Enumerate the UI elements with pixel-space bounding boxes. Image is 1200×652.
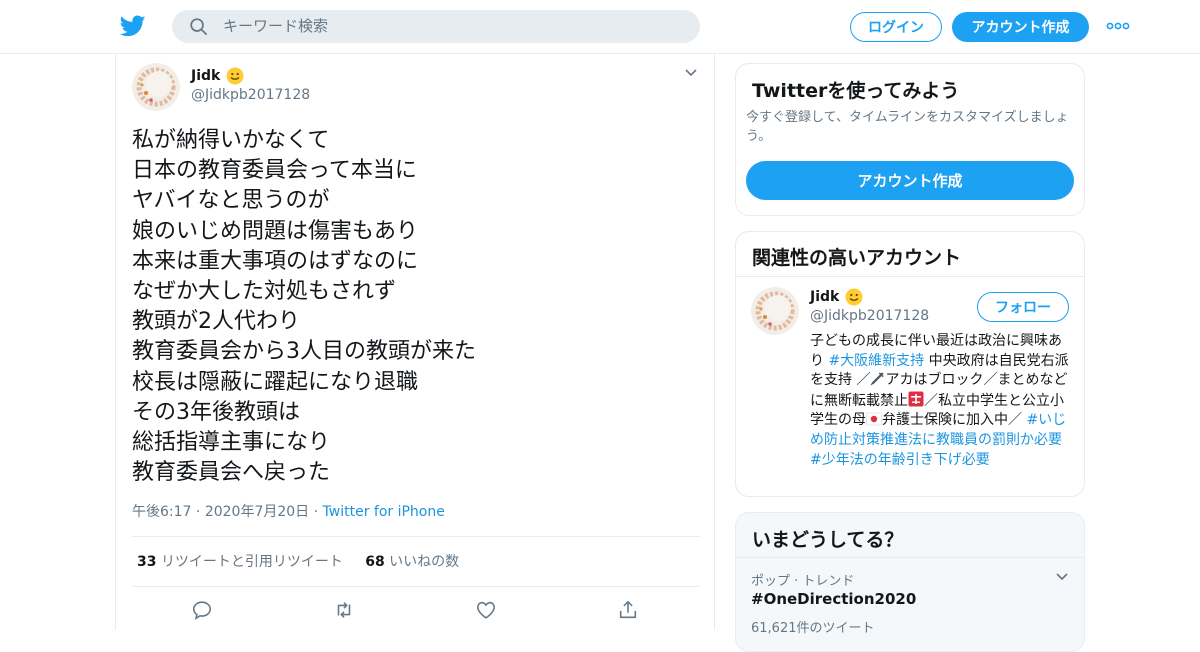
bio-text: 弁護士保険に加入中／	[882, 412, 1027, 429]
trend-category: ポップ · トレンド	[751, 574, 855, 589]
divider	[736, 276, 1084, 277]
tweet-text: 私が納得いかなくて 日本の教育委員会って本当に ヤバイなと思うのが 娘のいじめ問…	[132, 126, 692, 488]
author-handle[interactable]: @Jidkpb2017128	[191, 87, 310, 103]
related-account-handle[interactable]: @Jidkpb2017128	[810, 308, 929, 324]
divider	[132, 536, 700, 537]
avatar-image	[132, 63, 180, 111]
twitter-bird-icon[interactable]	[120, 13, 146, 39]
avatar[interactable]	[132, 63, 180, 111]
hashtag-link[interactable]: #大阪維新支持	[828, 353, 924, 369]
meta-separator: ·	[313, 504, 323, 520]
signup-button[interactable]: アカウント作成	[952, 12, 1089, 42]
search-input[interactable]	[223, 17, 663, 35]
search-icon	[190, 18, 207, 35]
chevron-down-icon[interactable]	[1055, 572, 1069, 582]
retweet-count: 33	[137, 554, 157, 570]
reply-icon[interactable]	[191, 599, 213, 621]
like-stat[interactable]: 68 いいねの数	[365, 554, 459, 570]
tweet-line: 総括指導主事になり	[132, 430, 331, 456]
retweet-stat[interactable]: 33 リツイートと引用リツイート	[137, 554, 343, 570]
tweet-line: 校長は隠蔽に躍起になり退職	[132, 369, 419, 395]
trend-tweet-count: 61,621件のツイート	[751, 621, 875, 636]
prohibited-emoji-icon	[908, 391, 924, 407]
follow-button[interactable]: フォロー	[977, 292, 1069, 322]
login-button[interactable]: ログイン	[850, 12, 942, 42]
signup-card: Twitterを使ってみよう 今すぐ登録して、タイムラインをカスタマイズしましょ…	[735, 63, 1085, 216]
related-accounts-card: 関連性の高いアカウント Jidk @Jidkpb2017128 フォロー 子ども…	[735, 231, 1085, 497]
retweet-label: リツイートと引用リツイート	[160, 554, 343, 570]
tweet-line: 娘のいじめ問題は傷害もあり	[132, 218, 419, 244]
tweet-line: ヤバイなと思うのが	[132, 188, 330, 214]
smiley-emoji-icon	[845, 288, 863, 306]
like-icon[interactable]	[475, 599, 497, 621]
share-icon[interactable]	[617, 599, 639, 621]
signup-card-button[interactable]: アカウント作成	[746, 161, 1074, 200]
trends-card-title: いまどうしてる？	[752, 529, 904, 551]
tweet-line: 本来は重大事項のはずなのに	[132, 248, 419, 274]
hashtag-link[interactable]: #少年法の年齢引き下げ必要	[810, 452, 990, 468]
tweet-line: その3年後教頭は	[132, 399, 300, 425]
more-dots-icon[interactable]	[1106, 18, 1130, 34]
like-count: 68	[365, 554, 385, 570]
tweet-line: 教育委員会から3人目の教頭が来た	[132, 339, 476, 365]
related-account-name[interactable]: Jidk	[810, 289, 839, 305]
tweet-time[interactable]: 午後6:17	[132, 504, 191, 520]
search-bar[interactable]	[172, 10, 700, 43]
author-name[interactable]: Jidk	[191, 68, 220, 84]
syringe-emoji-icon	[871, 372, 885, 386]
account-bio: 子どもの成長に伴い最近は政治に興味あり #大阪維新支持 中央政府は自民党右派を支…	[810, 332, 1072, 470]
tweet-line: 私が納得いかなくて	[132, 128, 330, 153]
like-label: いいねの数	[389, 554, 460, 570]
avatar-image	[751, 287, 799, 335]
top-header: ログイン アカウント作成	[0, 0, 1200, 54]
chevron-down-icon[interactable]	[684, 68, 698, 78]
smiley-emoji-icon	[226, 67, 244, 85]
tweet-line: 教頭が2人代わり	[132, 309, 300, 335]
trend-item[interactable]: #OneDirection2020	[751, 590, 916, 608]
tweet-source-link[interactable]: Twitter for iPhone	[323, 504, 445, 520]
avatar[interactable]	[751, 287, 799, 335]
divider	[736, 557, 1084, 558]
signup-card-subtitle: 今すぐ登録して、タイムラインをカスタマイズしましょう。	[746, 110, 1069, 144]
tweet-date[interactable]: 2020年7月20日	[205, 504, 309, 520]
retweet-icon[interactable]	[333, 599, 355, 621]
japan-flag-emoji-icon	[866, 412, 882, 426]
tweet-line: 日本の教育委員会って本当に	[132, 158, 417, 184]
tweet-detail: Jidk @Jidkpb2017128 私が納得いかなくて 日本の教育委員会って…	[115, 54, 715, 630]
tweet-line: なぜか大した対処もされず	[132, 279, 397, 305]
tweet-stats: 33 リツイートと引用リツイート 68 いいねの数	[137, 551, 459, 571]
related-card-title: 関連性の高いアカウント	[752, 247, 962, 269]
divider	[132, 586, 700, 587]
meta-separator: ·	[195, 504, 205, 520]
signup-card-title: Twitterを使ってみよう	[752, 80, 960, 102]
tweet-line: 教育委員会へ戻った	[132, 460, 331, 486]
tweet-metadata: 午後6:17 · 2020年7月20日 · Twitter for iPhone	[132, 501, 445, 521]
trends-card: いまどうしてる？ ポップ · トレンド #OneDirection2020 61…	[735, 512, 1085, 652]
